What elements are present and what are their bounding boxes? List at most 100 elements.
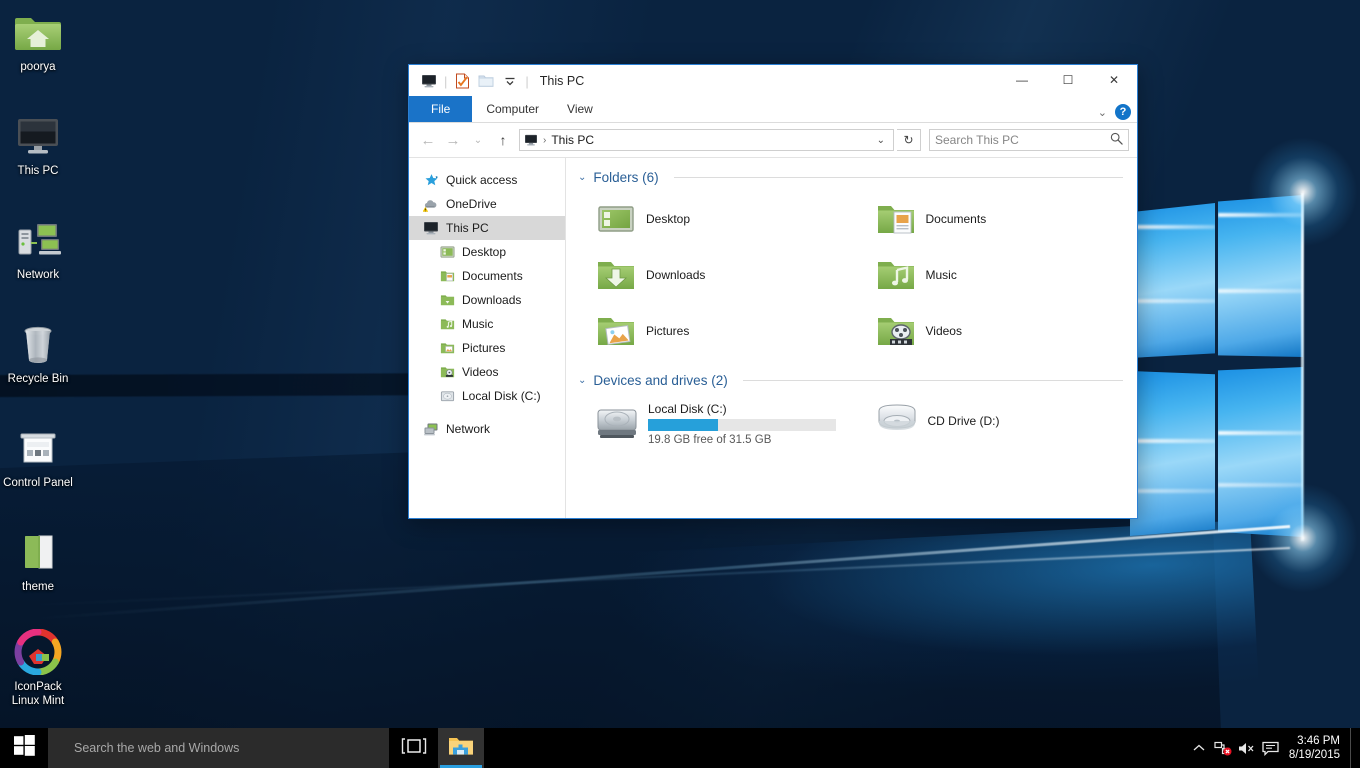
clock[interactable]: 3:46 PM 8/19/2015 (1283, 728, 1350, 768)
search-box[interactable] (929, 129, 1129, 151)
desktop-icon-label: poorya (0, 60, 76, 74)
navigation-pane[interactable]: Quick access OneDrive (409, 158, 566, 518)
chevron-down-icon[interactable]: ⌄ (873, 135, 889, 146)
recent-locations-button[interactable]: ⌄ (467, 129, 489, 151)
close-button[interactable]: ✕ (1091, 65, 1137, 95)
desktop-icon-control-panel[interactable]: Control Panel (0, 424, 76, 490)
tab-file[interactable]: File (409, 96, 472, 122)
desktop-icon-label: theme (0, 580, 76, 594)
desktop-icon-network[interactable]: Network (0, 216, 76, 282)
folder-item-music[interactable]: Music (858, 247, 1124, 303)
sidebar-item-downloads[interactable]: Downloads (409, 288, 565, 312)
drive-usage-bar (648, 419, 836, 431)
properties-icon[interactable] (450, 70, 474, 92)
sidebar-item-pictures[interactable]: Pictures (409, 336, 565, 360)
forward-button[interactable]: → (442, 129, 464, 151)
help-icon[interactable]: ? (1115, 104, 1131, 120)
customize-qat-icon[interactable] (498, 70, 522, 92)
sidebar-item-onedrive[interactable]: OneDrive (409, 192, 565, 216)
desktop-icon-label: Control Panel (0, 476, 76, 490)
sidebar-item-network[interactable]: Network (409, 417, 565, 441)
expand-ribbon-icon[interactable]: ⌄ (1098, 106, 1107, 119)
desktop-icon-label: IconPack Linux Mint (0, 680, 76, 708)
sidebar-item-local-disk-c[interactable]: Local Disk (C:) (409, 384, 565, 408)
folder-item-videos[interactable]: Videos (858, 303, 1124, 359)
desktop-icon-label: Recycle Bin (0, 372, 76, 386)
desktop-icon-this-pc[interactable]: This PC (0, 112, 76, 178)
local-disk-icon (439, 388, 455, 404)
address-path-box[interactable]: › This PC ⌄ (519, 129, 894, 151)
up-button[interactable]: ↑ (492, 129, 514, 151)
action-center-icon[interactable] (1259, 728, 1283, 768)
sidebar-item-this-pc[interactable]: This PC (409, 216, 565, 240)
theme-folder-icon (0, 528, 76, 576)
task-view-icon (401, 738, 427, 759)
folder-label: Videos (926, 324, 962, 338)
folder-label: Desktop (646, 212, 690, 226)
file-explorer-window[interactable]: | (408, 64, 1138, 519)
desktop-icon-label: Network (0, 268, 76, 282)
drive-capacity-text: 19.8 GB free of 31.5 GB (648, 434, 836, 446)
group-header-folders[interactable]: ⌄ Folders (6) (578, 170, 1123, 185)
maximize-button[interactable]: ☐ (1045, 65, 1091, 95)
desktop-icon-recycle-bin[interactable]: Recycle Bin (0, 320, 76, 386)
folder-item-desktop[interactable]: Desktop (578, 191, 844, 247)
content-pane[interactable]: ⌄ Folders (6) (566, 158, 1137, 518)
iconpack-mint-icon (0, 628, 76, 676)
tab-view[interactable]: View (553, 96, 607, 122)
sidebar-item-label: Videos (462, 365, 498, 379)
sidebar-item-desktop[interactable]: Desktop (409, 240, 565, 264)
sidebar-item-documents[interactable]: Documents (409, 264, 565, 288)
quick-access-toolbar: | (417, 70, 532, 92)
drive-item-cd-drive-d[interactable]: CD Drive (D:) (858, 394, 1124, 448)
sidebar-item-videos[interactable]: Videos (409, 360, 565, 384)
folder-label: Documents (926, 212, 987, 226)
desktop-icon-poorya[interactable]: poorya (0, 8, 76, 74)
show-hidden-icons-button[interactable] (1187, 728, 1211, 768)
system-menu-icon[interactable] (417, 70, 441, 92)
logo-spark-top (1248, 137, 1358, 247)
tab-computer[interactable]: Computer (472, 96, 553, 122)
show-desktop-button[interactable] (1350, 728, 1356, 768)
new-folder-icon[interactable] (474, 70, 498, 92)
videos-folder-icon (439, 364, 455, 380)
taskbar[interactable]: 3:46 PM 8/19/2015 (0, 728, 1360, 768)
control-panel-icon (0, 424, 76, 472)
drive-item-local-disk-c[interactable]: Local Disk (C:) 19.8 GB free of 31.5 GB (578, 394, 844, 448)
sidebar-item-label: Local Disk (C:) (462, 389, 541, 403)
folder-item-documents[interactable]: Documents (858, 191, 1124, 247)
desktop-icon-iconpack-linux-mint[interactable]: IconPack Linux Mint (0, 628, 76, 708)
file-explorer-taskbar-icon (448, 735, 474, 762)
downloads-folder-icon (596, 255, 636, 295)
desktop[interactable]: poorya This PC (0, 0, 1360, 768)
folders-grid: Desktop (578, 191, 1123, 359)
volume-muted-icon[interactable] (1235, 728, 1259, 768)
minimize-button[interactable]: — (999, 65, 1045, 95)
sidebar-item-label: Network (446, 422, 490, 436)
qat-separator: | (441, 74, 450, 89)
taskbar-app-file-explorer[interactable] (438, 728, 484, 768)
network-disconnected-icon[interactable] (1211, 728, 1235, 768)
taskbar-search-input[interactable] (74, 741, 389, 755)
back-button[interactable]: ← (417, 129, 439, 151)
desktop-icon-theme[interactable]: theme (0, 528, 76, 594)
home-folder-icon (0, 8, 76, 56)
title-bar[interactable]: | (409, 65, 1137, 97)
task-view-button[interactable] (389, 728, 438, 768)
chevron-down-icon[interactable]: ⌄ (578, 375, 586, 386)
search-input[interactable] (935, 133, 1110, 147)
breadcrumb-this-pc[interactable]: This PC (551, 133, 867, 147)
sidebar-item-music[interactable]: Music (409, 312, 565, 336)
taskbar-search-box[interactable] (48, 728, 389, 768)
sidebar-item-quick-access[interactable]: Quick access (409, 168, 565, 192)
chevron-down-icon[interactable]: ⌄ (578, 172, 586, 183)
folder-item-pictures[interactable]: Pictures (578, 303, 844, 359)
refresh-button[interactable]: ↻ (897, 129, 921, 151)
sidebar-item-label: This PC (446, 221, 489, 235)
hard-drive-icon (596, 406, 638, 446)
folder-item-downloads[interactable]: Downloads (578, 247, 844, 303)
group-header-devices[interactable]: ⌄ Devices and drives (2) (578, 373, 1123, 388)
ribbon-right-controls: ⌄ ? (1098, 104, 1131, 120)
recycle-bin-icon (0, 320, 76, 368)
start-button[interactable] (0, 728, 48, 768)
